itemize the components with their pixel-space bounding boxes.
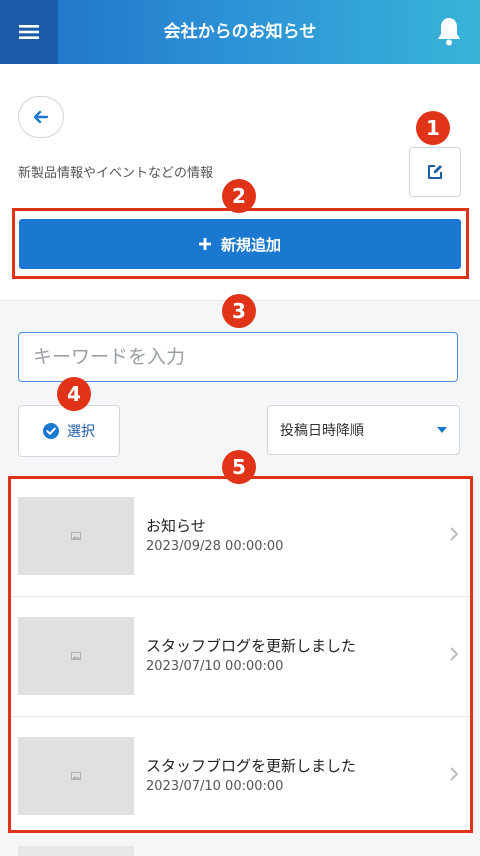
item-date: 2023/07/10 00:00:00 [146,779,284,794]
callout-badge-1: 1 [416,111,450,145]
chevron-right-icon [450,767,458,781]
next-item-peek [18,846,134,856]
item-date: 2023/07/10 00:00:00 [146,659,284,674]
page-title: 会社からのお知らせ [163,22,317,42]
chevron-right-icon [450,527,458,541]
bell-icon[interactable] [436,16,462,46]
arrow-left-icon [34,111,48,123]
select-label: 選択 [67,424,95,440]
chevron-right-icon [450,647,458,661]
callout-badge-4: 4 [57,377,91,411]
sort-selected-value: 投稿日時降順 [280,423,364,439]
edit-icon [428,165,442,179]
callout-badge-2: 2 [222,179,256,213]
app-header: 会社からのお知らせ [0,0,480,64]
image-placeholder-icon [71,772,81,780]
search-input[interactable] [18,332,458,382]
sort-dropdown[interactable]: 投稿日時降順 [267,405,460,455]
item-title: お知らせ [146,517,206,535]
plus-icon [198,238,211,250]
thumbnail [18,737,134,815]
callout-badge-5: 5 [222,450,256,484]
add-new-button[interactable]: 新規追加 [19,219,461,269]
item-title: スタッフブログを更新しました [146,637,357,655]
news-list: お知らせ 2023/09/28 00:00:00 スタッフブログを更新しました … [10,477,470,836]
back-button[interactable] [18,96,64,138]
thumbnail [18,617,134,695]
check-circle-icon [43,423,59,439]
item-title: スタッフブログを更新しました [146,757,357,775]
image-placeholder-icon [71,652,81,660]
image-placeholder-icon [71,532,81,540]
list-item[interactable]: スタッフブログを更新しました 2023/07/10 00:00:00 [10,717,470,836]
caret-down-icon [437,427,447,433]
edit-button[interactable] [409,147,461,197]
select-button[interactable]: 選択 [18,405,120,457]
callout-badge-3: 3 [222,294,256,328]
item-date: 2023/09/28 00:00:00 [146,539,284,554]
list-item[interactable]: スタッフブログを更新しました 2023/07/10 00:00:00 [10,597,470,717]
thumbnail [18,497,134,575]
add-new-label: 新規追加 [220,235,281,254]
page-description: 新製品情報やイベントなどの情報 [18,166,214,181]
list-item[interactable]: お知らせ 2023/09/28 00:00:00 [10,477,470,597]
